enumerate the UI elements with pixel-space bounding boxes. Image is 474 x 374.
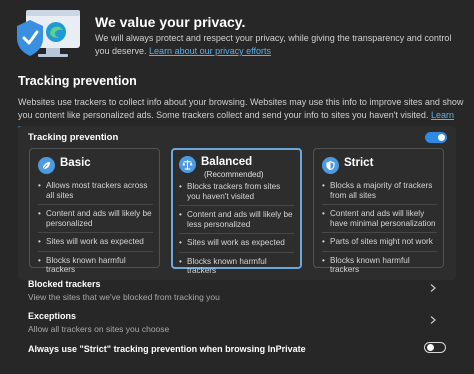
privacy-efforts-link[interactable]: Learn about our privacy efforts bbox=[149, 46, 271, 56]
option-strict[interactable]: Strict Blocks a majority of trackers fro… bbox=[313, 148, 444, 274]
chevron-right-icon bbox=[430, 316, 436, 324]
scales-icon bbox=[179, 156, 196, 173]
option-basic-bullets: Allows most trackers across all sites Co… bbox=[38, 181, 153, 283]
chevron-right-icon bbox=[430, 284, 436, 292]
list-item: Blocks a majority of trackers from all s… bbox=[322, 181, 437, 205]
option-balanced-name: Balanced bbox=[201, 156, 253, 168]
option-basic-name: Basic bbox=[60, 157, 91, 169]
shield-icon bbox=[322, 157, 339, 174]
list-item: Blocks known harmful trackers bbox=[179, 257, 294, 280]
leaf-icon bbox=[38, 157, 55, 174]
toggle-knob bbox=[427, 344, 434, 351]
list-item: Content and ads will likely be less pers… bbox=[179, 210, 294, 234]
exceptions-title: Exceptions bbox=[28, 311, 77, 321]
privacy-description: We will always protect and respect your … bbox=[95, 32, 467, 58]
option-balanced-bullets: Blocks trackers from sites you haven't v… bbox=[179, 182, 294, 284]
blocked-trackers-title: Blocked trackers bbox=[28, 279, 101, 289]
tracking-prevention-label: Tracking prevention bbox=[28, 132, 119, 143]
list-item: Blocks known harmful trackers bbox=[322, 256, 437, 279]
list-item: Blocks trackers from sites you haven't v… bbox=[179, 182, 294, 206]
list-item: Sites will work as expected bbox=[38, 237, 153, 252]
tracking-prevention-toggle[interactable] bbox=[425, 132, 447, 143]
exceptions-subtitle: Allow all trackers on sites you choose bbox=[28, 324, 170, 334]
list-item: Sites will work as expected bbox=[179, 238, 294, 253]
tracking-description-text: Websites use trackers to collect info ab… bbox=[18, 97, 464, 120]
list-item: Allows most trackers across all sites bbox=[38, 181, 153, 205]
list-item: Parts of sites might not work bbox=[322, 237, 437, 252]
option-strict-bullets: Blocks a majority of trackers from all s… bbox=[322, 181, 437, 283]
list-item: Content and ads will likely have minimal… bbox=[322, 209, 437, 233]
toggle-knob bbox=[438, 134, 445, 141]
option-balanced-subtitle: (Recommended) bbox=[204, 170, 264, 179]
option-balanced[interactable]: Balanced (Recommended) Blocks trackers f… bbox=[171, 148, 302, 275]
exceptions-row[interactable]: Exceptions Allow all trackers on sites y… bbox=[28, 311, 444, 334]
inprivate-strict-label: Always use "Strict" tracking prevention … bbox=[28, 344, 306, 354]
inprivate-strict-toggle[interactable] bbox=[424, 342, 446, 353]
list-item: Blocks known harmful trackers bbox=[38, 256, 153, 279]
tracking-section-title: Tracking prevention bbox=[18, 74, 137, 88]
blocked-trackers-row[interactable]: Blocked trackers View the sites that we'… bbox=[28, 279, 444, 302]
option-basic[interactable]: Basic Allows most trackers across all si… bbox=[29, 148, 160, 274]
option-strict-name: Strict bbox=[344, 157, 374, 169]
privacy-illustration bbox=[17, 10, 80, 57]
privacy-title: We value your privacy. bbox=[95, 14, 246, 30]
tracking-prevention-panel: Tracking prevention Basic Allows most tr… bbox=[18, 126, 456, 280]
blocked-trackers-subtitle: View the sites that we've blocked from t… bbox=[28, 292, 220, 302]
list-item: Content and ads will likely be personali… bbox=[38, 209, 153, 233]
